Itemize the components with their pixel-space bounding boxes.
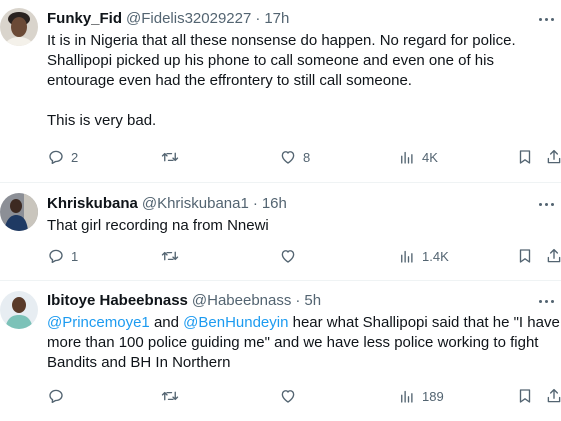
action-bar: 189 (47, 386, 561, 406)
action-bar: 1 1.4K (47, 246, 561, 266)
bookmark-icon (519, 389, 531, 403)
separator: · (252, 195, 258, 212)
retweet-icon (161, 152, 179, 162)
tweet-text: That girl recording na from Nnewi (47, 217, 269, 234)
retweet-button[interactable] (161, 246, 185, 266)
text-fragment: and (149, 314, 184, 331)
mention-link[interactable]: @BenHundeyin (183, 314, 288, 331)
heart-icon (281, 250, 295, 263)
share-icon (547, 388, 561, 403)
views-button[interactable]: 4K (398, 147, 438, 167)
views-count: 4K (422, 149, 438, 165)
bookmark-button[interactable] (516, 147, 534, 167)
reply-icon (49, 249, 63, 264)
more-icon[interactable] (535, 291, 557, 311)
reply-count: 2 (71, 149, 79, 165)
more-icon[interactable] (535, 194, 557, 214)
share-icon (547, 149, 561, 164)
author-handle[interactable]: @Khriskubana1 (142, 194, 249, 214)
views-icon (401, 151, 413, 164)
avatar[interactable] (0, 291, 38, 329)
like-button[interactable]: 8 (279, 147, 310, 167)
views-count: 189 (422, 388, 444, 404)
retweet-icon (161, 251, 179, 261)
bookmark-icon (519, 150, 531, 164)
tweet-header: Ibitoye Habeebnass @Habeebnass · 5h (47, 291, 561, 311)
views-icon (401, 390, 413, 403)
author-name[interactable]: Ibitoye Habeebnass (47, 291, 188, 311)
tweet[interactable]: Funky_Fid @Fidelis32029227 · 17h It is i… (0, 0, 561, 183)
reply-icon (49, 389, 63, 404)
tweet-header: Khriskubana @Khriskubana1 · 16h (47, 194, 561, 214)
views-icon (401, 250, 413, 263)
retweet-button[interactable] (161, 386, 185, 406)
author-name[interactable]: Funky_Fid (47, 9, 122, 29)
separator: · (295, 292, 301, 309)
heart-icon (281, 151, 295, 164)
tweet[interactable]: Khriskubana @Khriskubana1 · 16h That gir… (0, 183, 561, 281)
bookmark-button[interactable] (516, 386, 534, 406)
avatar[interactable] (0, 8, 38, 46)
author-handle[interactable]: @Habeebnass (192, 291, 291, 311)
reply-button[interactable]: 1 (47, 246, 78, 266)
timestamp[interactable]: 5h (304, 291, 321, 311)
share-icon (547, 248, 561, 263)
heart-icon (281, 390, 295, 403)
bookmark-icon (519, 249, 531, 263)
reply-count: 1 (71, 248, 79, 264)
tweet-header: Funky_Fid @Fidelis32029227 · 17h (47, 9, 561, 29)
tweet[interactable]: Ibitoye Habeebnass @Habeebnass · 5h @Pri… (0, 281, 561, 421)
reply-button[interactable] (47, 386, 71, 406)
tweet-text: It is in Nigeria that all these nonsense… (47, 32, 516, 129)
more-icon[interactable] (535, 9, 557, 29)
like-count: 8 (303, 149, 311, 165)
views-button[interactable]: 1.4K (398, 246, 449, 266)
retweet-icon (161, 391, 179, 401)
tweet-text: @Princemoye1 and @BenHundeyin hear what … (47, 313, 561, 373)
author-handle[interactable]: @Fidelis32029227 (126, 9, 251, 29)
share-button[interactable] (545, 246, 561, 266)
timestamp[interactable]: 16h (262, 194, 287, 214)
share-button[interactable] (545, 386, 561, 406)
action-bar: 2 8 4K (47, 147, 561, 167)
like-button[interactable] (279, 386, 303, 406)
views-count: 1.4K (422, 248, 449, 264)
retweet-button[interactable] (161, 147, 185, 167)
mention-link[interactable]: @Princemoye1 (47, 314, 150, 331)
views-button[interactable]: 189 (398, 386, 444, 406)
bookmark-button[interactable] (516, 246, 534, 266)
like-button[interactable] (279, 246, 303, 266)
reply-icon (49, 150, 63, 165)
reply-button[interactable]: 2 (47, 147, 78, 167)
share-button[interactable] (545, 147, 561, 167)
author-name[interactable]: Khriskubana (47, 194, 138, 214)
avatar[interactable] (0, 193, 38, 231)
separator: · (255, 10, 261, 27)
timestamp[interactable]: 17h (264, 9, 289, 29)
